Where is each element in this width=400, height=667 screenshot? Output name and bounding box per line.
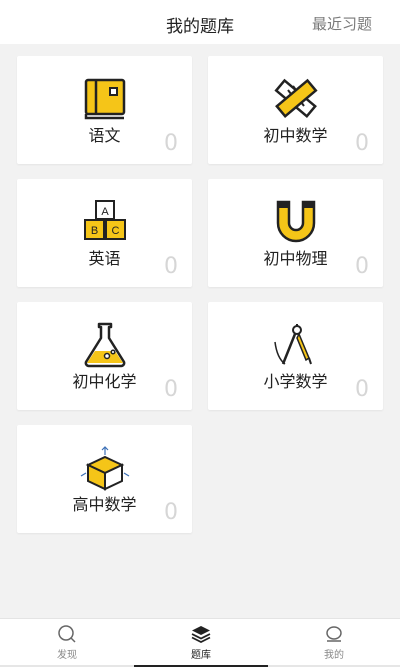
book-icon [84,78,125,120]
question-count: 0 [164,131,178,156]
block-letter-c: C [111,225,119,237]
subject-card-junior-math[interactable]: 初中数学 0 [208,56,383,164]
subject-card-senior-math[interactable]: 高中数学 0 [17,425,192,533]
subject-card-junior-chemistry[interactable]: 初中化学 0 [17,302,192,410]
tab-label: 我的 [324,650,344,661]
question-count: 0 [355,377,369,402]
block-letter-a: A [101,206,109,218]
user-icon [326,626,342,642]
layers-icon [191,626,211,644]
tab-mine[interactable]: 我的 [268,619,400,667]
tab-label: 题库 [191,650,211,661]
subject-card-junior-physics[interactable]: 初中物理 0 [208,179,383,287]
question-count: 0 [164,254,178,279]
subject-card-chinese[interactable]: 语文 0 [17,56,192,164]
top-bar: 我的题库 最近习题 [0,0,400,44]
cube-icon [80,446,129,491]
question-count: 0 [164,377,178,402]
ruler-pencil-icon [273,78,318,118]
subject-card-english[interactable]: A B C 英语 0 [17,179,192,287]
flask-icon [84,322,125,368]
compass-icon [273,324,312,365]
abc-blocks-icon: A B C [83,200,126,240]
magnet-icon [276,200,315,243]
search-icon [58,625,76,643]
tab-label: 发现 [57,650,77,661]
question-count: 0 [355,131,369,156]
block-letter-b: B [90,225,97,237]
recent-exercises-link[interactable]: 最近习题 [312,13,372,34]
tab-question-bank[interactable]: 题库 [134,619,268,667]
question-count: 0 [164,500,178,525]
bottom-tab-bar: 发现 题库 我的 [0,618,400,667]
subject-card-primary-math[interactable]: 小学数学 0 [208,302,383,410]
tab-discover[interactable]: 发现 [0,619,134,667]
question-count: 0 [355,254,369,279]
